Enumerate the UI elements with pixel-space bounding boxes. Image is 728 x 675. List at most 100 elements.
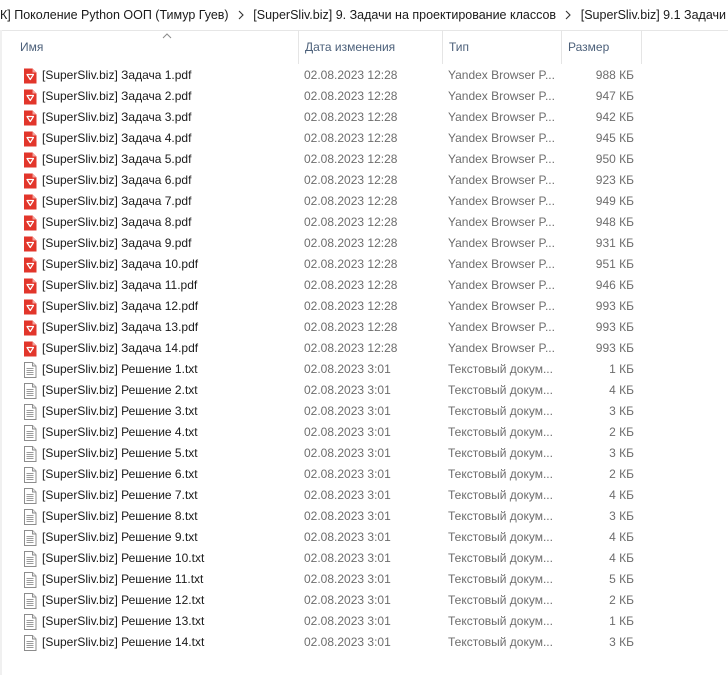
file-row[interactable]: [SuperSliv.biz] Решение 3.txt 02.08.2023 … [2,401,642,422]
pdf-icon [23,236,37,252]
txt-icon [23,383,37,399]
column-header-name[interactable]: Имя [14,30,298,64]
chevron-right-icon[interactable] [558,0,579,30]
file-row[interactable]: [SuperSliv.biz] Задача 4.pdf 02.08.2023 1… [2,128,642,149]
file-row[interactable]: [SuperSliv.biz] Задача 7.pdf 02.08.2023 1… [2,191,642,212]
column-header-size[interactable]: Размер [561,30,642,64]
file-row[interactable]: [SuperSliv.biz] Решение 5.txt 02.08.2023 … [2,443,642,464]
file-row[interactable]: [SuperSliv.biz] Задача 6.pdf 02.08.2023 1… [2,170,642,191]
file-size: 1 КБ [609,362,634,376]
column-header-type-label: Тип [449,40,470,54]
file-name: [SuperSliv.biz] Решение 5.txt [42,446,198,460]
file-row[interactable]: [SuperSliv.biz] Задача 12.pdf 02.08.2023 … [2,296,642,317]
file-size: 3 КБ [609,404,634,418]
file-name: [SuperSliv.biz] Решение 14.txt [42,635,205,649]
pdf-icon [23,299,37,315]
chevron-right-icon[interactable] [231,0,252,30]
file-type: Yandex Browser P... [448,173,554,187]
file-size: 3 КБ [609,509,634,523]
file-type: Yandex Browser P... [448,236,554,250]
file-size: 4 КБ [609,530,634,544]
column-header-size-label: Размер [568,40,610,54]
file-row[interactable]: [SuperSliv.biz] Задача 14.pdf 02.08.2023 … [2,338,642,359]
file-date: 02.08.2023 3:01 [304,530,391,544]
pdf-icon [23,341,37,357]
file-name: [SuperSliv.biz] Решение 13.txt [42,614,205,628]
file-size: 951 КБ [595,257,634,271]
pdf-icon [23,194,37,210]
file-row[interactable]: [SuperSliv.biz] Задача 5.pdf 02.08.2023 1… [2,149,642,170]
file-type: Yandex Browser P... [448,278,554,292]
file-row[interactable]: [SuperSliv.biz] Задача 8.pdf 02.08.2023 1… [2,212,642,233]
file-name: [SuperSliv.biz] Решение 7.txt [42,488,198,502]
file-row[interactable]: [SuperSliv.biz] Задача 10.pdf 02.08.2023 … [2,254,642,275]
txt-icon [23,488,37,504]
column-header-name-label: Имя [20,40,44,54]
file-row[interactable]: [SuperSliv.biz] Задача 13.pdf 02.08.2023 … [2,317,642,338]
breadcrumb-item-section[interactable]: [SuperSliv.biz] 9. Задачи на проектирова… [251,8,558,22]
file-size: 4 КБ [609,383,634,397]
file-row[interactable]: [SuperSliv.biz] Решение 7.txt 02.08.2023 … [2,485,642,506]
file-date: 02.08.2023 3:01 [304,572,391,586]
file-row[interactable]: [SuperSliv.biz] Решение 1.txt 02.08.2023 … [2,359,642,380]
file-row[interactable]: [SuperSliv.biz] Решение 10.txt 02.08.2023… [2,548,642,569]
file-row[interactable]: [SuperSliv.biz] Задача 2.pdf 02.08.2023 1… [2,86,642,107]
pdf-icon [23,110,37,126]
txt-icon [23,530,37,546]
column-header-type[interactable]: Тип [442,30,561,64]
file-row[interactable]: [SuperSliv.biz] Решение 14.txt 02.08.2023… [2,632,642,653]
file-name: [SuperSliv.biz] Решение 3.txt [42,404,198,418]
txt-icon [23,551,37,567]
breadcrumb-item-course[interactable]: К] Поколение Python ООП (Тимур Гуев) [0,8,231,22]
file-name: [SuperSliv.biz] Решение 8.txt [42,509,198,523]
file-type: Текстовый докум... [448,425,553,439]
file-list: Имя Дата изменения Тип Размер [SuperSliv… [2,30,728,675]
txt-icon [23,635,37,651]
file-type: Текстовый докум... [448,551,553,565]
file-type: Yandex Browser P... [448,131,554,145]
file-date: 02.08.2023 12:28 [304,152,398,166]
txt-icon [23,404,37,420]
breadcrumb-item-folder[interactable]: [SuperSliv.biz] 9.1 Задачи [579,8,728,22]
file-row[interactable]: [SuperSliv.biz] Задача 1.pdf 02.08.2023 1… [2,65,642,86]
file-row[interactable]: [SuperSliv.biz] Задача 11.pdf 02.08.2023 … [2,275,642,296]
file-size: 5 КБ [609,572,634,586]
file-name: [SuperSliv.biz] Решение 4.txt [42,425,198,439]
breadcrumb: К] Поколение Python ООП (Тимур Гуев) [Su… [0,0,728,31]
file-type: Yandex Browser P... [448,320,554,334]
file-row[interactable]: [SuperSliv.biz] Задача 3.pdf 02.08.2023 1… [2,107,642,128]
file-row[interactable]: [SuperSliv.biz] Решение 8.txt 02.08.2023 … [2,506,642,527]
file-type: Текстовый докум... [448,488,553,502]
file-size: 949 КБ [595,194,634,208]
file-size: 942 КБ [595,110,634,124]
file-row[interactable]: [SuperSliv.biz] Решение 9.txt 02.08.2023 … [2,527,642,548]
file-name: [SuperSliv.biz] Решение 1.txt [42,362,198,376]
file-row[interactable]: [SuperSliv.biz] Решение 12.txt 02.08.2023… [2,590,642,611]
file-row[interactable]: [SuperSliv.biz] Задача 9.pdf 02.08.2023 1… [2,233,642,254]
file-type: Yandex Browser P... [448,299,554,313]
file-date: 02.08.2023 3:01 [304,425,391,439]
column-header-date[interactable]: Дата изменения [298,30,442,64]
file-size: 1 КБ [609,614,634,628]
file-date: 02.08.2023 12:28 [304,68,398,82]
file-date: 02.08.2023 12:28 [304,173,398,187]
file-type: Yandex Browser P... [448,341,554,355]
file-row[interactable]: [SuperSliv.biz] Решение 6.txt 02.08.2023 … [2,464,642,485]
file-date: 02.08.2023 3:01 [304,383,391,397]
file-row[interactable]: [SuperSliv.biz] Решение 2.txt 02.08.2023 … [2,380,642,401]
file-type: Yandex Browser P... [448,257,554,271]
file-name: [SuperSliv.biz] Задача 8.pdf [42,215,192,229]
file-row[interactable]: [SuperSliv.biz] Решение 4.txt 02.08.2023 … [2,422,642,443]
file-name: [SuperSliv.biz] Решение 11.txt [42,572,204,586]
file-rows: [SuperSliv.biz] Задача 1.pdf 02.08.2023 1… [2,65,728,653]
file-row[interactable]: [SuperSliv.biz] Решение 11.txt 02.08.2023… [2,569,642,590]
file-name: [SuperSliv.biz] Задача 5.pdf [42,152,192,166]
pdf-icon [23,131,37,147]
file-name: [SuperSliv.biz] Задача 4.pdf [42,131,192,145]
file-type: Текстовый докум... [448,446,553,460]
file-name: [SuperSliv.biz] Решение 6.txt [42,467,198,481]
pdf-icon [23,278,37,294]
file-name: [SuperSliv.biz] Задача 6.pdf [42,173,192,187]
file-type: Yandex Browser P... [448,68,554,82]
file-row[interactable]: [SuperSliv.biz] Решение 13.txt 02.08.2023… [2,611,642,632]
